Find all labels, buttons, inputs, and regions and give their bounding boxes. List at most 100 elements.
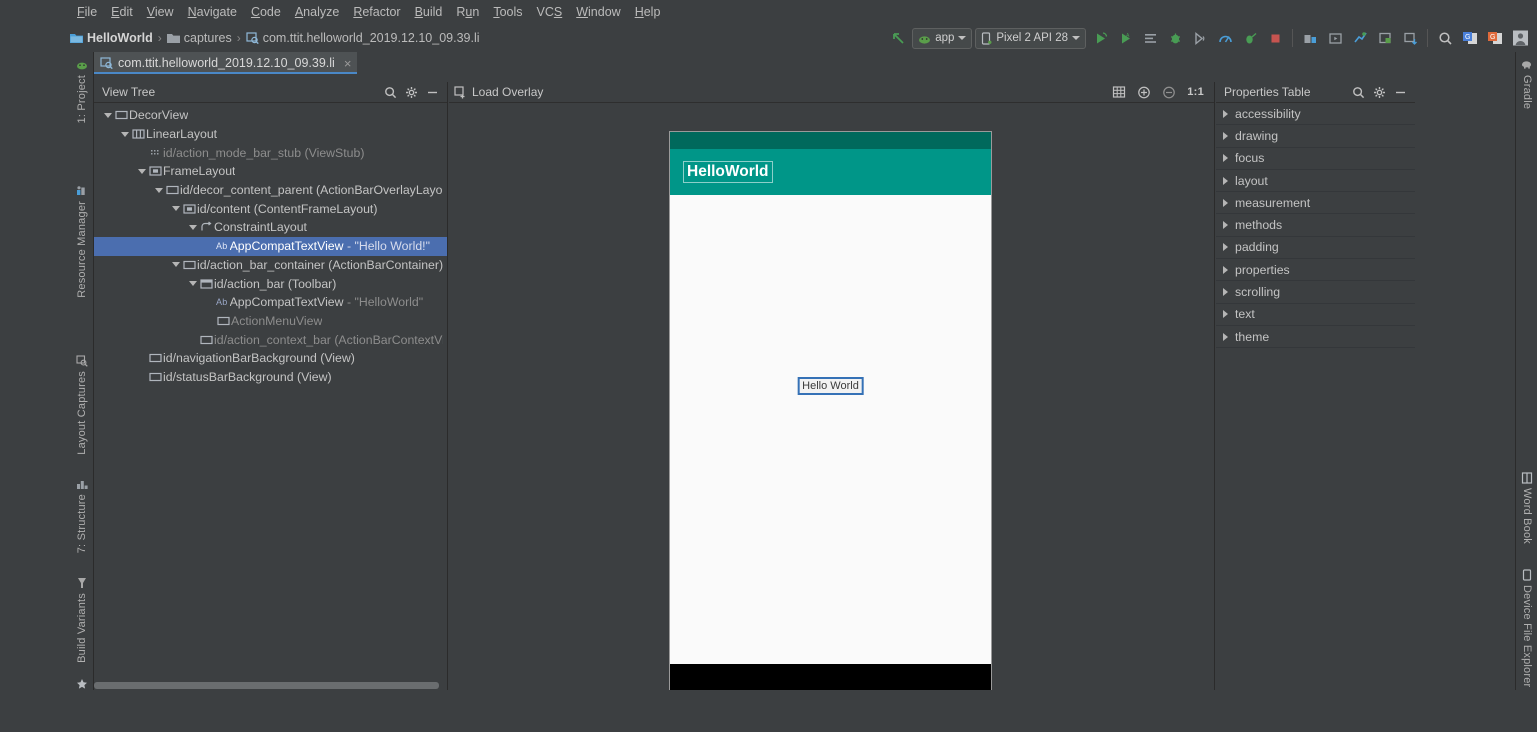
property-category-row[interactable]: layout xyxy=(1216,170,1415,193)
chevron-right-icon[interactable] xyxy=(1223,243,1228,252)
back-arrow-icon[interactable] xyxy=(887,27,909,49)
tree-node[interactable]: id/action_bar (Toolbar) xyxy=(94,274,447,293)
breadcrumb-project[interactable]: HelloWorld xyxy=(70,31,153,45)
breadcrumb-folder[interactable]: captures xyxy=(166,31,232,45)
tree-node[interactable]: id/action_context_bar (ActionBarContextV… xyxy=(94,330,447,349)
show-grid-icon[interactable] xyxy=(1112,85,1126,99)
attach-debugger-icon[interactable] xyxy=(1189,27,1211,49)
property-category-row[interactable]: drawing xyxy=(1216,125,1415,148)
menu-item-edit[interactable]: Edit xyxy=(104,3,140,21)
tree-node[interactable]: Ab AppCompatTextView - "HelloWorld" xyxy=(94,293,447,312)
run-icon[interactable] xyxy=(1089,27,1111,49)
chevron-down-icon[interactable] xyxy=(119,128,131,140)
property-category-row[interactable]: scrolling xyxy=(1216,281,1415,304)
sidebar-item-device-file-explorer[interactable]: Device File Explorer xyxy=(1516,564,1537,691)
sidebar-item-word-book[interactable]: Word Book xyxy=(1516,467,1537,548)
minimize-icon[interactable] xyxy=(425,85,439,99)
property-category-row[interactable]: properties xyxy=(1216,259,1415,282)
zoom-ratio-label[interactable]: 1:1 xyxy=(1187,86,1204,98)
chevron-right-icon[interactable] xyxy=(1223,131,1228,140)
search-icon[interactable] xyxy=(1434,27,1456,49)
sidebar-item-resource-manager[interactable]: Resource Manager xyxy=(70,180,94,302)
chevron-right-icon[interactable] xyxy=(1223,310,1228,319)
zoom-out-icon[interactable] xyxy=(1162,85,1176,99)
layout-inspector-icon[interactable] xyxy=(1374,27,1396,49)
gear-icon[interactable] xyxy=(404,85,418,99)
chevron-right-icon[interactable] xyxy=(1223,221,1228,230)
tree-node[interactable]: ActionMenuView xyxy=(94,312,447,331)
tree-node[interactable]: LinearLayout xyxy=(94,125,447,144)
chevron-right-icon[interactable] xyxy=(1223,332,1228,341)
document-orange-icon[interactable]: G xyxy=(1484,27,1506,49)
menu-item-code[interactable]: Code xyxy=(244,3,288,21)
tree-node[interactable]: id/action_bar_container (ActionBarContai… xyxy=(94,256,447,275)
chevron-down-icon[interactable] xyxy=(136,165,148,177)
sidebar-item-structure[interactable]: 7: Structure xyxy=(70,473,94,557)
chevron-right-icon[interactable] xyxy=(1223,154,1228,163)
tree-node[interactable]: id/navigationBarBackground (View) xyxy=(94,349,447,368)
chevron-right-icon[interactable] xyxy=(1223,265,1228,274)
gear-icon[interactable] xyxy=(1372,85,1386,99)
tree-node[interactable]: FrameLayout xyxy=(94,162,447,181)
stop-icon[interactable] xyxy=(1264,27,1286,49)
apply-changes-icon[interactable]: A xyxy=(1114,27,1136,49)
profiler-icon[interactable] xyxy=(1214,27,1236,49)
tree-node[interactable]: Ab AppCompatTextView - "Hello World!" xyxy=(94,236,447,256)
menu-item-build[interactable]: Build xyxy=(408,3,450,21)
chevron-down-icon[interactable] xyxy=(170,203,182,215)
load-overlay-button[interactable]: Load Overlay xyxy=(454,85,543,99)
search-icon[interactable] xyxy=(1351,85,1365,99)
breadcrumb-file[interactable]: com.ttit.helloworld_2019.12.10_09.39.li xyxy=(246,31,480,45)
chevron-right-icon[interactable] xyxy=(1223,288,1228,297)
sidebar-item-gradle[interactable]: Gradle xyxy=(1516,54,1537,113)
code-changes-icon[interactable] xyxy=(1139,27,1161,49)
menu-item-view[interactable]: View xyxy=(140,3,181,21)
sdk-manager-icon[interactable] xyxy=(1299,27,1321,49)
device-selector[interactable]: Pixel 2 API 28 xyxy=(975,27,1086,49)
preview-canvas[interactable]: HelloWorld Hello World xyxy=(449,103,1214,701)
selected-textview-overlay[interactable]: Hello World xyxy=(797,377,864,395)
property-category-row[interactable]: accessibility xyxy=(1216,103,1415,126)
property-category-row[interactable]: methods xyxy=(1216,214,1415,237)
menu-item-file[interactable]: File xyxy=(70,3,104,21)
tree-node[interactable]: DecorView xyxy=(94,106,447,125)
bug-icon[interactable] xyxy=(1164,27,1186,49)
property-category-row[interactable]: measurement xyxy=(1216,192,1415,215)
menu-item-run[interactable]: Run xyxy=(449,3,486,21)
view-tree-list[interactable]: DecorView LinearLayout id/action_mode_bar_… xyxy=(94,103,447,680)
chevron-right-icon[interactable] xyxy=(1223,109,1228,118)
tree-node[interactable]: id/decor_content_parent (ActionBarOverla… xyxy=(94,181,447,200)
menu-item-tools[interactable]: Tools xyxy=(486,3,529,21)
zoom-in-icon[interactable] xyxy=(1137,85,1151,99)
search-icon[interactable] xyxy=(383,85,397,99)
property-category-row[interactable]: padding xyxy=(1216,237,1415,260)
scrollbar-thumb[interactable] xyxy=(94,682,439,689)
tree-node[interactable]: id/statusBarBackground (View) xyxy=(94,368,447,387)
properties-list[interactable]: accessibility drawing focus layout measureme… xyxy=(1216,103,1415,690)
avd-manager-icon[interactable] xyxy=(1324,27,1346,49)
chevron-down-icon[interactable] xyxy=(187,221,199,233)
device-screen-preview[interactable]: HelloWorld Hello World xyxy=(669,131,992,701)
tree-node[interactable]: ConstraintLayout xyxy=(94,218,447,237)
property-category-row[interactable]: focus xyxy=(1216,148,1415,170)
sidebar-item-project[interactable]: 1: Project xyxy=(70,54,94,127)
menu-item-navigate[interactable]: Navigate xyxy=(181,3,244,21)
close-icon[interactable]: × xyxy=(344,56,352,71)
property-category-row[interactable]: text xyxy=(1216,304,1415,326)
menu-item-refactor[interactable]: Refactor xyxy=(346,3,407,21)
tree-horizontal-scrollbar[interactable] xyxy=(94,680,447,690)
chevron-right-icon[interactable] xyxy=(1223,176,1228,185)
chevron-right-icon[interactable] xyxy=(1223,198,1228,207)
profiler-panel-icon[interactable] xyxy=(1399,27,1421,49)
tree-node[interactable]: id/content (ContentFrameLayout) xyxy=(94,199,447,218)
sidebar-item-build-variants[interactable]: Build Variants xyxy=(70,572,94,667)
menu-item-vcs[interactable]: VCS xyxy=(530,3,570,21)
editor-tab[interactable]: com.ttit.helloworld_2019.12.10_09.39.li … xyxy=(94,52,358,74)
tree-node[interactable]: id/action_mode_bar_stub (ViewStub) xyxy=(94,143,447,162)
menu-item-window[interactable]: Window xyxy=(569,3,627,21)
menu-item-help[interactable]: Help xyxy=(628,3,668,21)
property-category-row[interactable]: theme xyxy=(1216,326,1415,349)
chevron-down-icon[interactable] xyxy=(153,184,165,196)
sidebar-item-layout-captures[interactable]: Layout Captures xyxy=(70,350,94,459)
gradle-sync-icon[interactable] xyxy=(1349,27,1371,49)
